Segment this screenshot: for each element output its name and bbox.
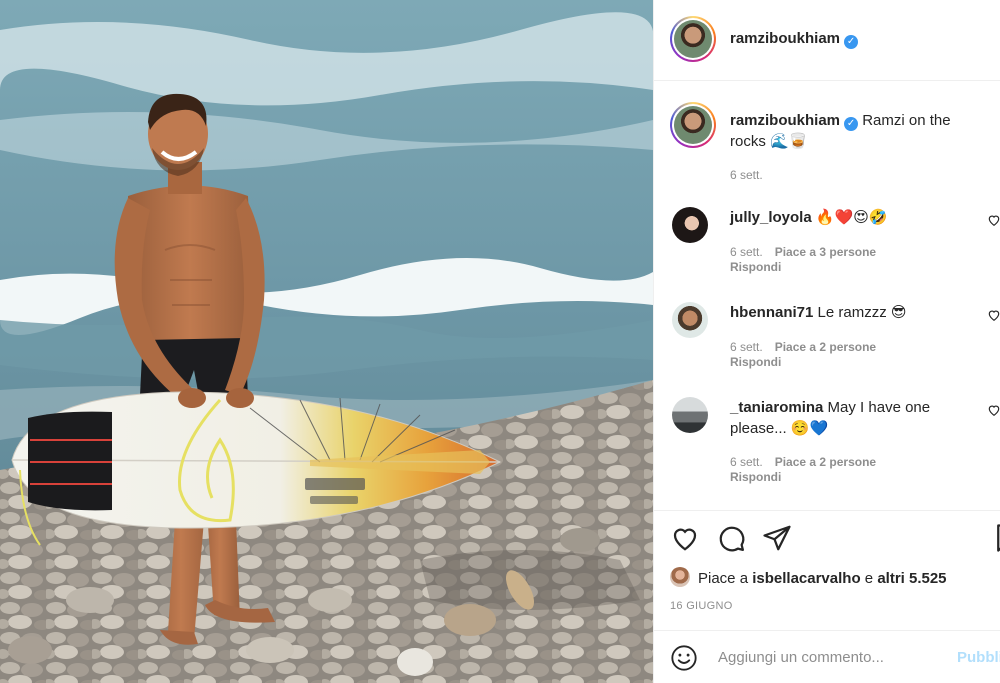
comment-avatar[interactable] xyxy=(672,397,708,433)
verified-badge-icon: ✓ xyxy=(844,35,859,49)
like-heart-icon[interactable] xyxy=(670,523,700,553)
comment-item: _taniaromina May I have one please... ☺️… xyxy=(670,397,1000,487)
reply-button[interactable]: Rispondi xyxy=(730,260,781,274)
emoji-icon[interactable] xyxy=(670,644,698,672)
author-username[interactable]: ramziboukhiam ✓ xyxy=(730,30,859,49)
liker-avatar[interactable] xyxy=(670,567,690,587)
post-date[interactable]: 16 GIUGNO xyxy=(670,600,733,612)
comment-time[interactable]: 6 sett. xyxy=(730,455,763,469)
comment-time[interactable]: 6 sett. xyxy=(730,340,763,354)
comment-likes[interactable]: Piace a 3 persone xyxy=(775,245,876,259)
comment-text: jully_loyola 🔥❤️😍🤣 xyxy=(730,207,970,228)
comment-username[interactable]: hbennani71 xyxy=(730,304,813,321)
bookmark-icon[interactable] xyxy=(992,523,1000,553)
publish-button[interactable]: Pubblica xyxy=(957,649,1000,666)
caption-username[interactable]: ramziboukhiam xyxy=(730,112,840,129)
comment-item: jully_loyola 🔥❤️😍🤣 6 sett. Piace a 3 pers… xyxy=(670,207,1000,297)
add-comment-bar: Aggiungi un commento... Pubblica xyxy=(654,630,1000,683)
comment-input[interactable]: Aggiungi un commento... xyxy=(718,649,884,666)
likes-summary: Piace a isbellacarvalho e altri 5.525 xyxy=(670,567,947,587)
caption-text: ramziboukhiam ✓ Ramzi on the rocks 🌊🥃 xyxy=(730,110,990,152)
post-header: ramziboukhiam ✓ xyxy=(654,0,1000,81)
likes-prefix: Piace a xyxy=(698,570,749,587)
reply-button[interactable]: Rispondi xyxy=(730,470,781,484)
heart-icon[interactable] xyxy=(987,213,1000,227)
share-icon[interactable] xyxy=(762,523,792,553)
comment-body: Le ramzzz 😎 xyxy=(817,304,907,321)
surfer-photo xyxy=(0,0,653,683)
comment-item: hbennani71 Le ramzzz 😎 6 sett. Piace a 2 … xyxy=(670,302,1000,392)
comment-username[interactable]: _taniaromina xyxy=(730,399,823,416)
heart-icon[interactable] xyxy=(987,403,1000,417)
post-side-panel: ramziboukhiam ✓ ramziboukhiam ✓ Ramzi on t… xyxy=(653,0,1000,683)
author-avatar[interactable] xyxy=(670,16,716,62)
comment-icon[interactable] xyxy=(716,523,746,553)
liker-username[interactable]: isbellacarvalho xyxy=(752,570,860,587)
heart-icon[interactable] xyxy=(987,308,1000,322)
post-photo[interactable] xyxy=(0,0,653,683)
comment-likes[interactable]: Piace a 2 persone xyxy=(775,340,876,354)
likes-others[interactable]: altri 5.525 xyxy=(877,570,946,587)
likes-conjunction: e xyxy=(864,570,874,587)
caption-timestamp[interactable]: 6 sett. xyxy=(730,168,763,182)
comment-avatar[interactable] xyxy=(672,302,708,338)
caption-avatar[interactable] xyxy=(670,102,716,148)
post-actions: Piace a isbellacarvalho e altri 5.525 16… xyxy=(654,510,1000,630)
comment-meta: 6 sett. Piace a 2 persone xyxy=(730,340,876,355)
comment-likes[interactable]: Piace a 2 persone xyxy=(775,455,876,469)
comment-text: hbennani71 Le ramzzz 😎 xyxy=(730,302,970,323)
comment-body: 🔥❤️😍🤣 xyxy=(815,209,888,226)
comment-meta: 6 sett. Piace a 3 persone xyxy=(730,245,876,260)
comment-meta: 6 sett. Piace a 2 persone xyxy=(730,455,876,470)
verified-badge-icon: ✓ xyxy=(844,117,859,131)
comment-username[interactable]: jully_loyola xyxy=(730,209,812,226)
comment-time[interactable]: 6 sett. xyxy=(730,245,763,259)
author-username-text[interactable]: ramziboukhiam xyxy=(730,30,840,47)
comment-text: _taniaromina May I have one please... ☺️… xyxy=(730,397,970,439)
comment-avatar[interactable] xyxy=(672,207,708,243)
reply-button[interactable]: Rispondi xyxy=(730,355,781,369)
